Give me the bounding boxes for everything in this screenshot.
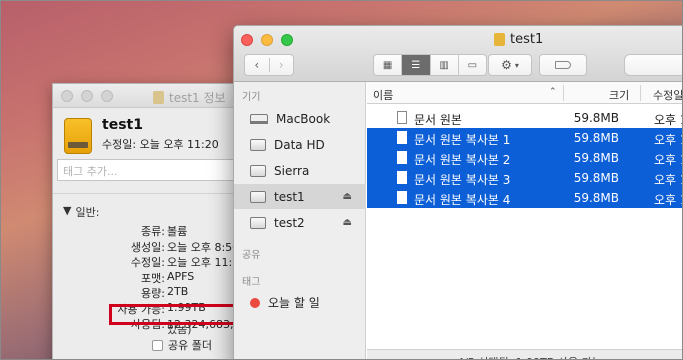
document-icon (397, 151, 407, 164)
back-button[interactable]: ‹ (245, 58, 269, 72)
shared-folder-option[interactable]: 공유 폴더 (152, 337, 212, 353)
column-name[interactable]: 이름 (373, 87, 393, 103)
sidebar-item-macbook[interactable]: MacBook (234, 106, 366, 131)
forward-button[interactable]: › (268, 58, 294, 72)
hard-drive-icon (250, 164, 266, 177)
sidebar-item-data-hd[interactable]: Data HD (234, 132, 366, 157)
sidebar-item-sierra[interactable]: Sierra (234, 158, 366, 183)
general-label: 일반: (75, 206, 100, 219)
hard-drive-icon (250, 216, 266, 229)
hard-drive-icon (250, 138, 266, 151)
sidebar-section-shared: 공유 (242, 250, 261, 261)
volume-name: test1 (102, 117, 143, 133)
finder-title-text: test1 (510, 32, 544, 47)
sort-chevron-up-icon: ⌃ (549, 87, 557, 97)
close-button[interactable] (61, 90, 73, 102)
zoom-button[interactable] (101, 90, 113, 102)
file-row[interactable]: 문서 원본 59.8MB 오후 1 (367, 108, 683, 128)
sidebar-item-tag-today[interactable]: 오늘 할 일 (234, 290, 366, 315)
drive-icon (494, 33, 505, 46)
zoom-button[interactable] (281, 34, 293, 46)
red-tag-icon (250, 297, 260, 308)
shared-folder-checkbox[interactable] (152, 339, 163, 351)
eject-icon[interactable]: ⏏ (343, 191, 352, 202)
icon-view-icon[interactable]: ▦ (374, 55, 401, 75)
hard-drive-icon (250, 190, 266, 203)
column-size[interactable]: 크기 (609, 87, 629, 103)
gallery-view-icon[interactable]: ▭ (457, 55, 486, 75)
annotation-highlight-box (109, 304, 240, 325)
status-bar: 4/5 선택됨, 1.99TB 사용 가능 (367, 349, 683, 360)
sidebar-item-test2[interactable]: test2 ⏏ (234, 210, 366, 235)
finder-window-controls (241, 34, 293, 46)
sidebar-section-devices: 기기 (242, 92, 261, 103)
edit-tags-button[interactable] (539, 54, 587, 76)
finder-title: test1 (494, 32, 543, 47)
eject-icon[interactable]: ⏏ (343, 217, 352, 228)
search-field[interactable] (624, 54, 683, 76)
column-header: 이름 ⌃ 크기 수정일 (367, 82, 683, 104)
file-list: 이름 ⌃ 크기 수정일 문서 원본 59.8MB 오후 1 문서 원본 복사본 … (367, 82, 683, 360)
external-drive-icon (64, 118, 92, 154)
info-title-text: test1 정보 (169, 91, 226, 105)
modified-value: 오늘 오후 11:20 (139, 138, 219, 151)
navigation-buttons: ‹ › (244, 54, 294, 76)
sidebar-item-test1[interactable]: test1 ⏏ (234, 184, 366, 209)
sidebar-section-tags: 태그 (242, 277, 261, 288)
column-view-icon[interactable]: ▥ (429, 55, 458, 75)
file-row[interactable]: 문서 원본 복사본 2 59.8MB 오후 1 (367, 148, 683, 168)
column-divider (563, 85, 564, 101)
file-row[interactable]: 문서 원본 복사본 4 59.8MB 오후 1 (367, 188, 683, 208)
document-icon (397, 131, 407, 144)
document-icon (397, 111, 407, 124)
disclosure-triangle-icon[interactable]: ▼ (63, 204, 71, 220)
modified-line: 수정일: 오늘 오후 11:20 (102, 136, 219, 152)
document-icon (397, 191, 407, 204)
chevron-down-icon: ▾ (514, 60, 519, 70)
drive-icon (153, 91, 164, 104)
modified-label: 수정일: (102, 138, 137, 151)
column-divider (640, 85, 641, 101)
action-button[interactable]: ⚙ ▾ (488, 54, 532, 76)
laptop-icon (250, 113, 268, 124)
file-row[interactable]: 문서 원본 복사본 3 59.8MB 오후 1 (367, 168, 683, 188)
gear-icon: ⚙ (501, 58, 512, 72)
document-icon (397, 171, 407, 184)
sidebar: 기기 MacBook Data HD Sierra test1 ⏏ test2 … (234, 82, 366, 360)
info-window-controls (61, 90, 113, 102)
list-view-icon[interactable]: ☰ (401, 55, 430, 75)
shared-folder-label: 공유 폴더 (168, 339, 212, 352)
file-row[interactable]: 문서 원본 복사본 1 59.8MB 오후 1 (367, 128, 683, 148)
info-title: test1 정보 (153, 89, 226, 106)
general-section-header[interactable]: ▼ 일반: (63, 204, 99, 220)
view-mode-buttons: ▦ ☰ ▥ ▭ (373, 54, 487, 76)
column-modified[interactable]: 수정일 (653, 87, 683, 103)
finder-toolbar: test1 ‹ › ▦ ☰ ▥ ▭ ⚙ ▾ (234, 26, 683, 82)
minimize-button[interactable] (81, 90, 93, 102)
finder-window: test1 ‹ › ▦ ☰ ▥ ▭ ⚙▾ 기기 MacBook Data HD (233, 25, 683, 360)
minimize-button[interactable] (261, 34, 273, 46)
tag-icon (555, 61, 571, 69)
close-button[interactable] (241, 34, 253, 46)
